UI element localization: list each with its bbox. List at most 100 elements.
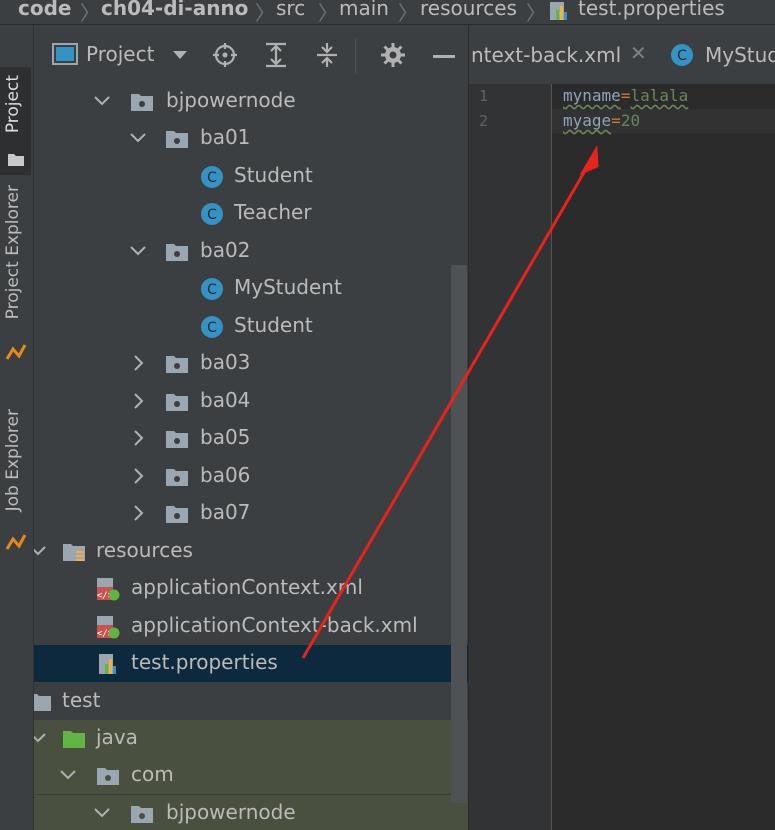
project-tool-button[interactable]: Project	[0, 67, 31, 175]
chevron-down-icon[interactable]	[128, 128, 148, 148]
chevron-right-icon[interactable]	[128, 353, 148, 373]
class-icon: C	[201, 203, 223, 225]
tree-item-student-class[interactable]: C Student	[34, 308, 468, 345]
tree-item-resources[interactable]: resources	[34, 533, 468, 570]
tree-item-label: ba07	[200, 500, 251, 524]
line-number: 1	[479, 87, 489, 105]
tree-item-label: Student	[234, 313, 313, 337]
tree-item-label: bjpowernode	[166, 800, 296, 824]
spring-xml-icon: </>	[97, 578, 120, 601]
tree-item-applicationcontext-back-xml[interactable]: </> applicationContext-back.xml	[34, 608, 468, 645]
collapse-all-icon[interactable]	[315, 42, 339, 68]
left-tool-strip: Project Project Explorer Job Explorer	[0, 25, 34, 830]
tree-item-ba01[interactable]: ba01	[34, 120, 468, 157]
tree-item-bjpowernode[interactable]: bjpowernode	[34, 83, 468, 120]
tree-item-teacher-class[interactable]: C Teacher	[34, 195, 468, 232]
breadcrumb-file[interactable]: test.properties	[578, 0, 725, 20]
code-line-2[interactable]: myage=20	[563, 111, 640, 130]
tree-item-label: MyStudent	[234, 275, 342, 299]
svg-text:C: C	[207, 282, 217, 298]
project-panel-header: Project	[34, 25, 468, 88]
breadcrumb-separator-icon: 〉	[318, 1, 338, 25]
folder-icon	[8, 154, 24, 166]
tree-item-java[interactable]: java	[34, 720, 468, 757]
chevron-down-icon[interactable]	[34, 728, 48, 748]
tree-item-bjpowernode-test[interactable]: bjpowernode	[34, 795, 468, 830]
tree-item-applicationcontext-xml[interactable]: </> applicationContext.xml	[34, 570, 468, 607]
tree-item-test[interactable]: test	[34, 683, 468, 720]
property-value: 20	[620, 111, 641, 130]
chevron-down-icon[interactable]	[58, 765, 78, 785]
editor-tab-bar: ntext-back.xml ✕ C MyStud	[469, 25, 775, 88]
project-explorer-tool-button[interactable]: Project Explorer	[3, 185, 23, 319]
toolbar-divider	[355, 39, 356, 73]
chevron-down-icon[interactable]	[34, 541, 48, 561]
breadcrumb-separator-icon: 〉	[398, 1, 418, 25]
chevron-right-icon[interactable]	[128, 391, 148, 411]
property-separator: =	[611, 111, 621, 130]
tab-applicationcontext-back[interactable]: ntext-back.xml	[471, 43, 621, 67]
job-explorer-tool-button[interactable]: Job Explorer	[3, 409, 23, 511]
breadcrumb-separator-icon: 〉	[526, 1, 546, 25]
svg-text:C: C	[677, 48, 687, 64]
breadcrumb-module[interactable]: ch04-di-anno	[101, 0, 248, 20]
chevron-down-icon[interactable]	[128, 241, 148, 261]
breadcrumb-src[interactable]: src	[276, 0, 305, 20]
expand-all-icon[interactable]	[264, 42, 288, 68]
tab-mystudent[interactable]: MyStud	[705, 43, 775, 67]
package-icon	[131, 94, 153, 111]
hide-icon[interactable]	[433, 55, 455, 58]
package-icon	[166, 469, 188, 486]
tree-item-ba03[interactable]: ba03	[34, 345, 468, 382]
chevron-right-icon[interactable]	[128, 503, 148, 523]
tree-item-com[interactable]: com	[34, 757, 468, 794]
project-view-icon	[52, 43, 78, 65]
properties-file-icon	[550, 2, 567, 20]
svg-text:C: C	[207, 207, 217, 223]
breadcrumb-project[interactable]: code	[18, 0, 71, 20]
tree-item-ba07[interactable]: ba07	[34, 495, 468, 532]
svg-text:C: C	[207, 170, 217, 186]
tree-item-student-class[interactable]: C Student	[34, 158, 468, 195]
code-line-1[interactable]: myname=lalala	[563, 86, 688, 105]
tree-item-test-properties[interactable]: test.properties	[34, 645, 468, 682]
settings-icon[interactable]	[380, 42, 406, 68]
locate-icon[interactable]	[212, 42, 238, 68]
package-icon	[166, 431, 188, 448]
test-source-folder-icon	[63, 731, 85, 748]
package-icon	[97, 768, 119, 785]
class-icon: C	[201, 166, 223, 188]
tree-item-label: test	[62, 688, 101, 712]
chevron-down-icon[interactable]	[92, 91, 112, 111]
package-icon	[166, 131, 188, 148]
package-icon	[166, 394, 188, 411]
tree-item-label: resources	[96, 538, 193, 562]
resources-folder-icon	[63, 544, 85, 561]
tree-item-ba04[interactable]: ba04	[34, 383, 468, 420]
chevron-right-icon[interactable]	[128, 428, 148, 448]
chevron-down-icon[interactable]	[172, 49, 188, 61]
breadcrumb-main[interactable]: main	[339, 0, 389, 20]
folder-icon	[34, 694, 51, 711]
class-icon: C	[201, 316, 223, 338]
tree-scrollbar[interactable]	[451, 265, 467, 803]
package-icon	[166, 506, 188, 523]
package-icon	[166, 356, 188, 373]
tree-item-mystudent-class[interactable]: C MyStudent	[34, 270, 468, 307]
chevron-down-icon[interactable]	[92, 803, 112, 823]
breadcrumb-resources[interactable]: resources	[420, 0, 517, 20]
line-number-gutter: 1 2	[469, 84, 552, 830]
explorer-graph-icon	[5, 344, 27, 360]
tree-item-label: Student	[234, 163, 313, 187]
tree-item-ba05[interactable]: ba05	[34, 420, 468, 457]
project-tree: bjpowernode ba01 C Student C Teacher ba0…	[34, 83, 468, 830]
job-graph-icon	[5, 534, 27, 550]
tree-item-label: com	[131, 762, 174, 786]
tree-item-label: ba02	[200, 238, 251, 262]
tree-item-ba06[interactable]: ba06	[34, 458, 468, 495]
tree-item-ba02[interactable]: ba02	[34, 233, 468, 270]
class-icon: C	[671, 44, 693, 66]
chevron-right-icon[interactable]	[128, 466, 148, 486]
close-icon[interactable]: ✕	[630, 41, 647, 65]
project-panel-title[interactable]: Project	[86, 42, 154, 66]
